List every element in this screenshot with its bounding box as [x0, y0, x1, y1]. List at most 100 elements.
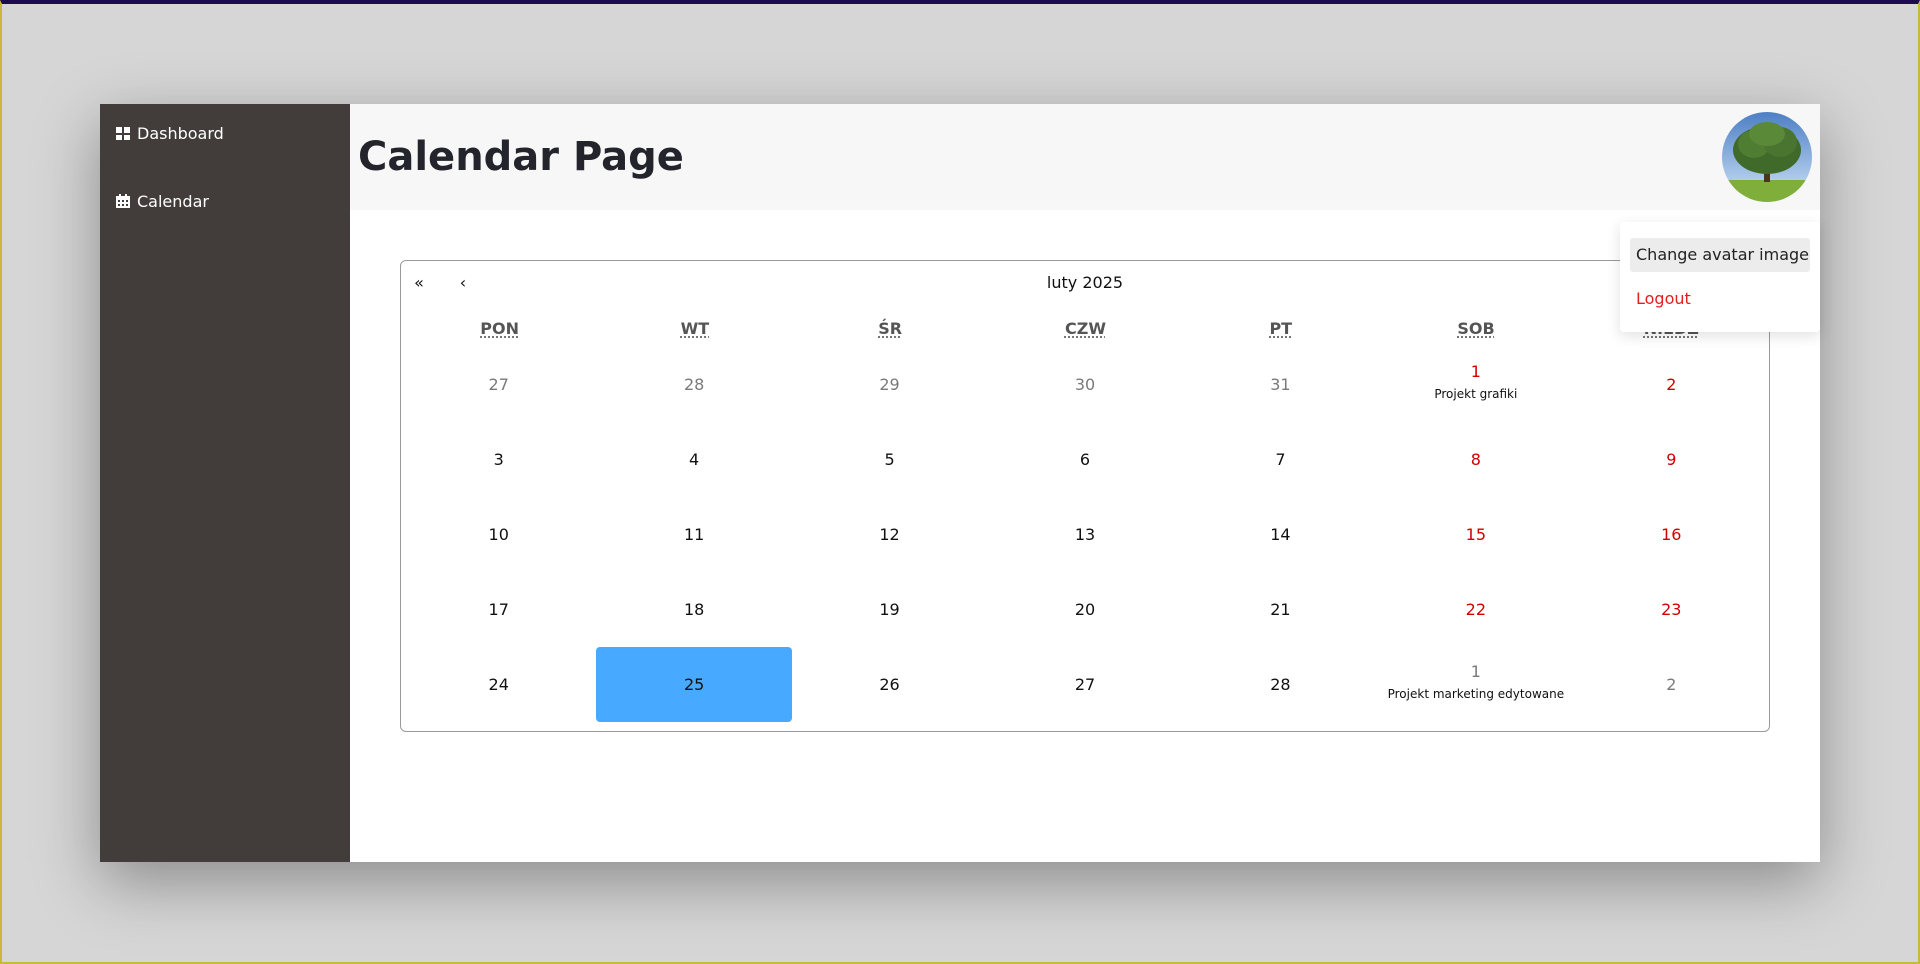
day-number: 3: [493, 450, 504, 469]
day-number: 20: [1074, 600, 1096, 619]
main-content: Calendar Page Change avatar image Logout…: [350, 104, 1820, 862]
day-event-label: Projekt marketing edytowane: [1387, 687, 1565, 701]
calendar-day-tile[interactable]: 25: [596, 647, 792, 722]
weekday-label: PON: [480, 319, 519, 338]
avatar-dropdown-menu: Change avatar image Logout: [1620, 222, 1820, 332]
day-number: 23: [1661, 600, 1682, 619]
day-number: 17: [488, 600, 509, 619]
sidebar-item-label: Calendar: [137, 191, 209, 211]
day-event-label: Projekt grafiki: [1434, 387, 1518, 401]
page-header: Calendar Page: [350, 104, 1820, 210]
weekday-label: WT: [680, 319, 710, 338]
dashboard-icon: [115, 125, 131, 141]
day-number: 28: [1270, 675, 1291, 694]
weekday-thu: CZW: [988, 305, 1183, 347]
month-label[interactable]: luty 2025: [401, 273, 1769, 292]
weekday-fri: PT: [1183, 305, 1378, 347]
page-title: Calendar Page: [358, 134, 684, 180]
calendar-day-tile[interactable]: 27: [987, 647, 1182, 722]
day-number: 1: [1470, 662, 1481, 681]
calendar-day-tile[interactable]: 26: [792, 647, 987, 722]
calendar-day-tile[interactable]: 12: [792, 497, 987, 572]
calendar-day-tile[interactable]: 3: [401, 422, 596, 497]
weekday-label: ŚR: [878, 319, 903, 338]
calendar-day-tile[interactable]: 20: [987, 572, 1182, 647]
day-number: 1: [1470, 362, 1481, 381]
calendar-day-tile[interactable]: 2: [1574, 647, 1769, 722]
weekday-tue: WT: [597, 305, 792, 347]
calendar-day-tile[interactable]: 6: [987, 422, 1182, 497]
weekday-sat: SOB: [1378, 305, 1573, 347]
calendar-day-tile[interactable]: 2: [1574, 347, 1769, 422]
calendar-day-tile[interactable]: 10: [401, 497, 596, 572]
calendar-day-tile[interactable]: 11: [596, 497, 791, 572]
day-number: 8: [1470, 450, 1481, 469]
calendar-day-tile[interactable]: 16: [1574, 497, 1769, 572]
calendar-icon: [115, 193, 131, 209]
day-number: 12: [879, 525, 900, 544]
calendar-day-tile[interactable]: 13: [987, 497, 1182, 572]
calendar-day-tile[interactable]: 15: [1378, 497, 1573, 572]
day-number: 2: [1666, 375, 1677, 394]
day-number: 6: [1079, 450, 1091, 469]
calendar-day-tile[interactable]: 29: [792, 347, 987, 422]
calendar-day-tile[interactable]: 18: [596, 572, 791, 647]
day-number: 27: [488, 375, 509, 394]
day-number: 25: [683, 675, 705, 694]
weekday-label: SOB: [1457, 319, 1495, 338]
weekday-wed: ŚR: [793, 305, 988, 347]
day-number: 15: [1465, 525, 1487, 544]
day-number: 26: [879, 675, 900, 694]
calendar-day-tile[interactable]: 17: [401, 572, 596, 647]
sidebar-item-calendar[interactable]: Calendar: [100, 174, 350, 228]
day-number: 19: [879, 600, 900, 619]
calendar-day-tile[interactable]: 8: [1378, 422, 1573, 497]
calendar-day-tile[interactable]: 24: [401, 647, 596, 722]
logout-menu-item[interactable]: Logout: [1630, 282, 1810, 316]
calendar-day-tile[interactable]: 31: [1183, 347, 1378, 422]
calendar-day-tile[interactable]: 1 Projekt marketing edytowane: [1378, 647, 1573, 722]
day-number: 29: [879, 375, 900, 394]
calendar-day-tile[interactable]: 27: [401, 347, 596, 422]
day-number: 9: [1666, 450, 1677, 469]
calendar-day-tile[interactable]: 5: [792, 422, 987, 497]
day-number: 31: [1270, 375, 1291, 394]
day-number: 14: [1270, 525, 1291, 544]
day-number: 4: [689, 450, 700, 469]
calendar-day-tile[interactable]: 14: [1183, 497, 1378, 572]
app-window: Dashboard Calendar Calendar Page Change …: [100, 104, 1820, 862]
sidebar-item-dashboard[interactable]: Dashboard: [100, 120, 350, 146]
day-number: 13: [1074, 525, 1096, 544]
calendar-day-tile[interactable]: 23: [1574, 572, 1769, 647]
sidebar: Dashboard Calendar: [100, 104, 350, 862]
day-number: 21: [1270, 600, 1291, 619]
calendar-day-tile[interactable]: 21: [1183, 572, 1378, 647]
day-number: 18: [683, 600, 705, 619]
calendar-day-tile[interactable]: 19: [792, 572, 987, 647]
change-avatar-menu-item[interactable]: Change avatar image: [1630, 238, 1810, 272]
day-number: 10: [488, 525, 509, 544]
calendar-day-tile[interactable]: 9: [1574, 422, 1769, 497]
weekday-header: PON WT ŚR CZW PT SOB NIEDZ: [401, 305, 1769, 347]
calendar-day-tile[interactable]: 7: [1183, 422, 1378, 497]
weekday-mon: PON: [402, 305, 597, 347]
tree-avatar-image: [1722, 112, 1812, 202]
calendar-widget: « ‹ luty 2025 PON WT ŚR CZW PT SOB NIEDZ…: [400, 260, 1770, 732]
calendar-day-tile[interactable]: 4: [596, 422, 791, 497]
avatar[interactable]: [1722, 112, 1812, 202]
calendar-day-tile[interactable]: 28: [596, 347, 791, 422]
weekday-label: CZW: [1064, 319, 1106, 338]
calendar-day-tile[interactable]: 28: [1183, 647, 1378, 722]
day-number: 30: [1074, 375, 1096, 394]
weekday-label: PT: [1269, 319, 1293, 338]
calendar-navigation: « ‹ luty 2025: [401, 261, 1769, 305]
day-number: 28: [683, 375, 705, 394]
calendar-day-tile[interactable]: 22: [1378, 572, 1573, 647]
day-number: 11: [683, 525, 705, 544]
day-number: 7: [1275, 450, 1286, 469]
calendar-day-tile[interactable]: 1 Projekt grafiki: [1378, 347, 1573, 422]
calendar-day-tile[interactable]: 30: [987, 347, 1182, 422]
day-number: 27: [1074, 675, 1096, 694]
day-number: 24: [488, 675, 509, 694]
sidebar-item-label: Dashboard: [137, 123, 224, 143]
